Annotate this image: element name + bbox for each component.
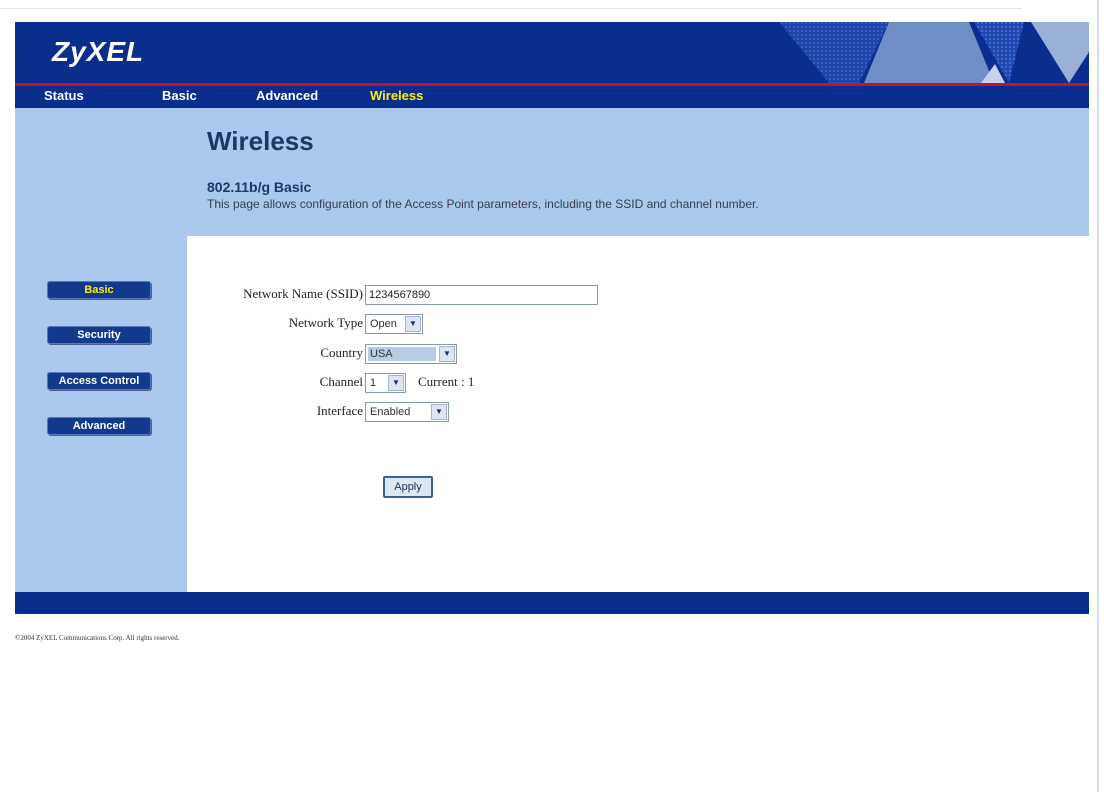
sidebar-item-access-control[interactable]: Access Control [47, 372, 151, 390]
footer-bar [15, 592, 1089, 614]
page-header-panel: Wireless 802.11b/g Basic This page allow… [187, 108, 1089, 236]
chevron-down-icon: ▼ [439, 346, 455, 362]
sidebar-item-security[interactable]: Security [47, 326, 151, 344]
channel-label: Channel [319, 374, 363, 389]
header-banner: ZyXEL [15, 22, 1089, 83]
interface-select[interactable]: Enabled ▼ [365, 402, 449, 422]
channel-select[interactable]: 1 ▼ [365, 373, 406, 393]
country-select[interactable]: USA ▼ [365, 344, 457, 364]
nav-wireless[interactable]: Wireless [370, 88, 423, 103]
ssid-label: Network Name (SSID) [243, 286, 363, 301]
banner-decoration [779, 22, 1089, 83]
copyright-text: ©2004 ZyXEL Communications Corp. All rig… [15, 634, 180, 642]
nav-basic[interactable]: Basic [162, 88, 197, 103]
section-subtitle: 802.11b/g Basic [207, 179, 312, 195]
chevron-down-icon: ▼ [431, 404, 447, 420]
top-nav: Status Basic Advanced Wireless [15, 86, 1089, 108]
chevron-down-icon: ▼ [388, 375, 404, 391]
network-type-select[interactable]: Open ▼ [365, 314, 423, 334]
right-edge-divider [1097, 0, 1099, 792]
wireless-basic-form: Network Name (SSID) Network Type Open ▼ … [187, 236, 1089, 592]
network-type-label: Network Type [288, 315, 363, 330]
interface-label: Interface [316, 403, 363, 418]
chevron-down-icon: ▼ [405, 316, 421, 332]
country-label: Country [320, 345, 363, 360]
router-admin-page: ZyXEL Status Basic Advanced Wireless Wir… [15, 22, 1089, 614]
sidebar: Basic Security Access Control Advanced [15, 108, 187, 592]
sidebar-item-basic[interactable]: Basic [47, 281, 151, 299]
channel-value: 1 [370, 377, 377, 389]
nav-advanced[interactable]: Advanced [256, 88, 318, 103]
top-divider [0, 8, 1022, 9]
page-title: Wireless [207, 126, 314, 156]
country-value: USA [370, 348, 393, 360]
sidebar-item-advanced[interactable]: Advanced [47, 417, 151, 435]
page-description: This page allows configuration of the Ac… [207, 197, 759, 211]
ssid-input[interactable] [365, 285, 598, 305]
apply-button[interactable]: Apply [383, 476, 433, 498]
interface-value: Enabled [370, 406, 411, 418]
network-type-value: Open [370, 318, 397, 330]
nav-status[interactable]: Status [44, 88, 84, 103]
zyxel-logo: ZyXEL [52, 36, 145, 67]
current-channel-readout: Current : 1 [418, 374, 475, 389]
